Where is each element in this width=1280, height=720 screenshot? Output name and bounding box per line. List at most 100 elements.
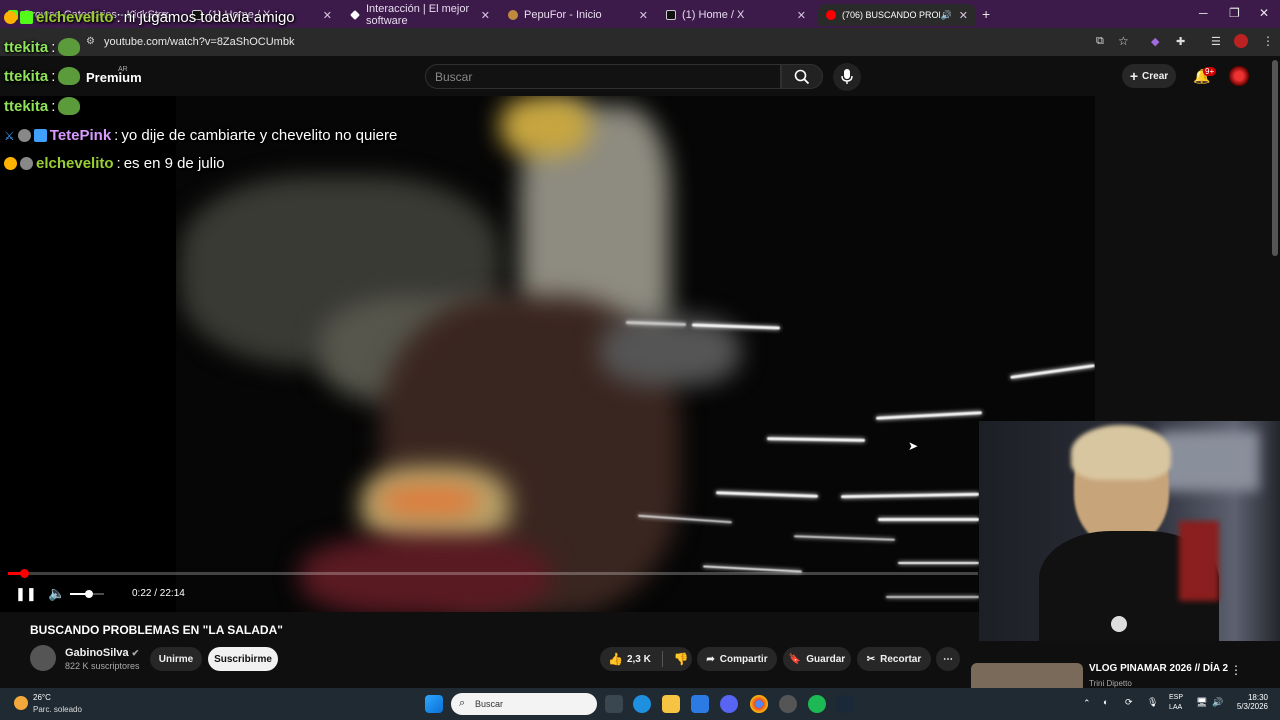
network-icon[interactable]: 🖥 [1196, 697, 1207, 708]
tab-interaccion[interactable]: Interacción | El mejor software ✕ [342, 3, 498, 27]
chat-text: ni jugamos todavía amigo [123, 9, 295, 26]
chat-username: ttekita [4, 97, 49, 115]
youtube-icon [826, 10, 836, 20]
extension-icon[interactable]: ◆ [1151, 35, 1159, 48]
microphone-icon [841, 69, 853, 84]
minimize-icon[interactable]: ─ [1199, 6, 1208, 20]
clock[interactable]: 18:30 5/3/2026 [1228, 693, 1268, 711]
close-icon[interactable]: ✕ [959, 9, 968, 22]
spotify-icon[interactable] [808, 695, 826, 713]
channel-name[interactable]: GabinoSilva ✔ [65, 647, 139, 659]
recommended-title[interactable]: VLOG PINAMAR 2026 // DÍA 2 [1089, 663, 1228, 674]
task-view-icon[interactable] [605, 695, 623, 713]
gray-badge-icon [17, 129, 31, 142]
temperature: 26°C [33, 693, 51, 702]
tray-mic-icon[interactable]: 🎙 [1147, 697, 1158, 708]
share-button[interactable]: ➦ Compartir [697, 647, 777, 671]
tray-chevron-icon[interactable]: ⌃ [1083, 698, 1091, 709]
clock-time: 18:30 [1247, 693, 1268, 702]
tab-x-2[interactable]: (1) Home / X ✕ [658, 4, 814, 26]
mouse-cursor: ➤ [908, 439, 919, 453]
progress-scrubber[interactable] [20, 569, 29, 578]
install-icon[interactable]: ⧉ [1096, 35, 1104, 48]
windows-start-icon[interactable] [425, 695, 443, 713]
restore-icon[interactable]: ❐ [1229, 6, 1240, 20]
tray-icon[interactable]: ⟳ [1125, 697, 1133, 708]
speaker-icon[interactable]: 🔊 [1212, 697, 1223, 708]
gray-badge-icon [20, 157, 33, 170]
tab-pepufor[interactable]: PepuFor - Inicio ✕ [500, 4, 656, 26]
tab-title: Interacción | El mejor software [366, 3, 470, 27]
channel-avatar[interactable] [30, 645, 56, 671]
new-tab-button[interactable]: + [982, 6, 990, 22]
app-icon[interactable] [779, 695, 797, 713]
notification-count-badge: 9+ [1203, 67, 1217, 76]
subscribe-button[interactable]: Suscribirme [208, 647, 278, 671]
thumbs-down-icon[interactable]: 👎 [674, 652, 689, 666]
recommended-menu-icon[interactable]: ⋮ [1230, 663, 1242, 677]
bookmark-star-icon[interactable]: ☆ [1118, 34, 1129, 48]
pepe-emote-icon [58, 97, 81, 115]
edge-icon[interactable] [633, 695, 651, 713]
steam-icon[interactable] [836, 695, 854, 713]
search-input[interactable]: Buscar [425, 64, 781, 89]
profile-icon[interactable] [1234, 34, 1248, 48]
language-indicator[interactable]: ESP LAA [1169, 693, 1183, 713]
volume-icon[interactable]: 🔈 [48, 585, 65, 602]
speaker-icon[interactable]: 🔊 [941, 10, 952, 21]
file-explorer-icon[interactable] [662, 695, 680, 713]
like-button[interactable]: 👍 2,3 K [608, 652, 651, 666]
tray-icon[interactable]: ◐ [1103, 697, 1108, 707]
chrome-icon[interactable] [750, 695, 768, 713]
create-button[interactable]: + Crear [1122, 64, 1176, 88]
discord-icon[interactable] [720, 695, 738, 713]
pendant [1111, 616, 1127, 632]
tab-youtube[interactable]: (706) BUSCANDO PROBLEMAS 🔊 ✕ [818, 4, 976, 26]
store-icon[interactable] [691, 695, 709, 713]
menu-icon[interactable]: ⋮ [1262, 34, 1274, 48]
more-actions-button[interactable]: ⋯ [936, 647, 960, 671]
site-info-icon[interactable]: ⚙ [86, 36, 95, 47]
lang-layout: LAA [1169, 704, 1183, 711]
founder-badge-icon [4, 11, 17, 24]
volume-knob[interactable] [84, 590, 93, 598]
reading-list-icon[interactable]: ☰ [1211, 35, 1221, 48]
volume-slider[interactable] [70, 590, 104, 598]
chat-username: ttekita [4, 67, 49, 85]
close-icon[interactable]: ✕ [639, 9, 648, 22]
chat-message: ttekita: [4, 97, 81, 115]
close-window-icon[interactable]: ✕ [1259, 6, 1269, 20]
pepe-emote-icon [58, 67, 81, 85]
clip-button[interactable]: ✂ Recortar [857, 647, 931, 671]
youtube-premium-logo[interactable]: Premium [86, 70, 142, 85]
close-icon[interactable]: ✕ [797, 9, 806, 22]
join-button[interactable]: Unirme [150, 647, 202, 671]
region-label: AR [118, 66, 128, 73]
search-button[interactable] [781, 64, 823, 89]
url-field[interactable]: youtube.com/watch?v=8ZaShOCUmbk [104, 36, 294, 48]
voice-search-button[interactable] [833, 63, 861, 91]
video-player[interactable]: ➤ [0, 96, 1095, 612]
create-label: Crear [1142, 70, 1169, 82]
weather-icon[interactable] [14, 696, 28, 710]
close-icon[interactable]: ✕ [481, 9, 490, 22]
share-icon: ➦ [706, 653, 715, 665]
like-count: 2,3 K [626, 653, 651, 665]
more-icon: ⋯ [943, 653, 953, 665]
taskbar-search[interactable]: ⌕ Buscar [451, 693, 597, 715]
pepufor-icon [508, 10, 518, 20]
scissors-icon: ✂ [866, 653, 876, 665]
account-avatar[interactable] [1229, 66, 1249, 86]
scrollbar-thumb[interactable] [1272, 60, 1278, 256]
puzzle-icon[interactable]: ✚ [1176, 35, 1185, 48]
search-icon: ⌕ [459, 697, 466, 709]
letterbox [0, 96, 176, 612]
close-icon[interactable]: ✕ [323, 9, 332, 22]
thumbs-up-icon: 👍 [608, 652, 623, 666]
pause-button[interactable]: ❚❚ [15, 586, 37, 602]
recommended-channel[interactable]: Trini Dipetto [1089, 679, 1132, 688]
save-button[interactable]: 🔖 Guardar [783, 647, 851, 671]
time-display: 0:22 / 22:14 [132, 588, 185, 599]
progress-bar[interactable] [8, 569, 978, 578]
chat-message: ⚔ TetePink: yo dije de cambiarte y cheve… [4, 127, 398, 144]
